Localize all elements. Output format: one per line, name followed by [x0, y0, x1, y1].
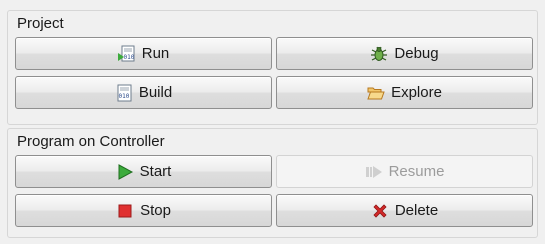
open-folder-icon — [367, 84, 385, 102]
explore-button[interactable]: Explore — [276, 76, 533, 109]
run-button[interactable]: 010 Run — [15, 37, 272, 70]
svg-text:010: 010 — [118, 93, 129, 100]
start-label: Start — [139, 163, 172, 180]
controller-group-title: Program on Controller — [17, 133, 165, 150]
resume-icon — [365, 163, 383, 181]
resume-label: Resume — [388, 163, 445, 180]
build-label: Build — [138, 84, 173, 101]
delete-x-icon — [371, 202, 389, 220]
project-group: Project 010 Run Debug 010 Build Explore — [7, 10, 538, 125]
svg-text:010: 010 — [123, 54, 134, 61]
delete-label: Delete — [394, 202, 439, 219]
debug-button[interactable]: Debug — [276, 37, 533, 70]
debug-label: Debug — [394, 45, 439, 62]
bug-icon — [370, 45, 388, 63]
program-on-controller-group: Program on Controller Start Resume Stop … — [7, 128, 538, 238]
run-binary-icon: 010 — [117, 45, 136, 63]
program-control-panel: Project 010 Run Debug 010 Build Explore … — [0, 0, 545, 244]
start-button[interactable]: Start — [15, 155, 272, 188]
build-binary-icon: 010 — [115, 84, 133, 102]
stop-label: Stop — [140, 202, 171, 219]
resume-button[interactable]: Resume — [276, 155, 533, 188]
play-icon — [116, 163, 134, 181]
run-label: Run — [141, 45, 170, 62]
explore-label: Explore — [391, 84, 442, 101]
stop-icon — [116, 202, 134, 220]
delete-button[interactable]: Delete — [276, 194, 533, 227]
build-button[interactable]: 010 Build — [15, 76, 272, 109]
stop-button[interactable]: Stop — [15, 194, 272, 227]
project-group-title: Project — [17, 15, 64, 32]
